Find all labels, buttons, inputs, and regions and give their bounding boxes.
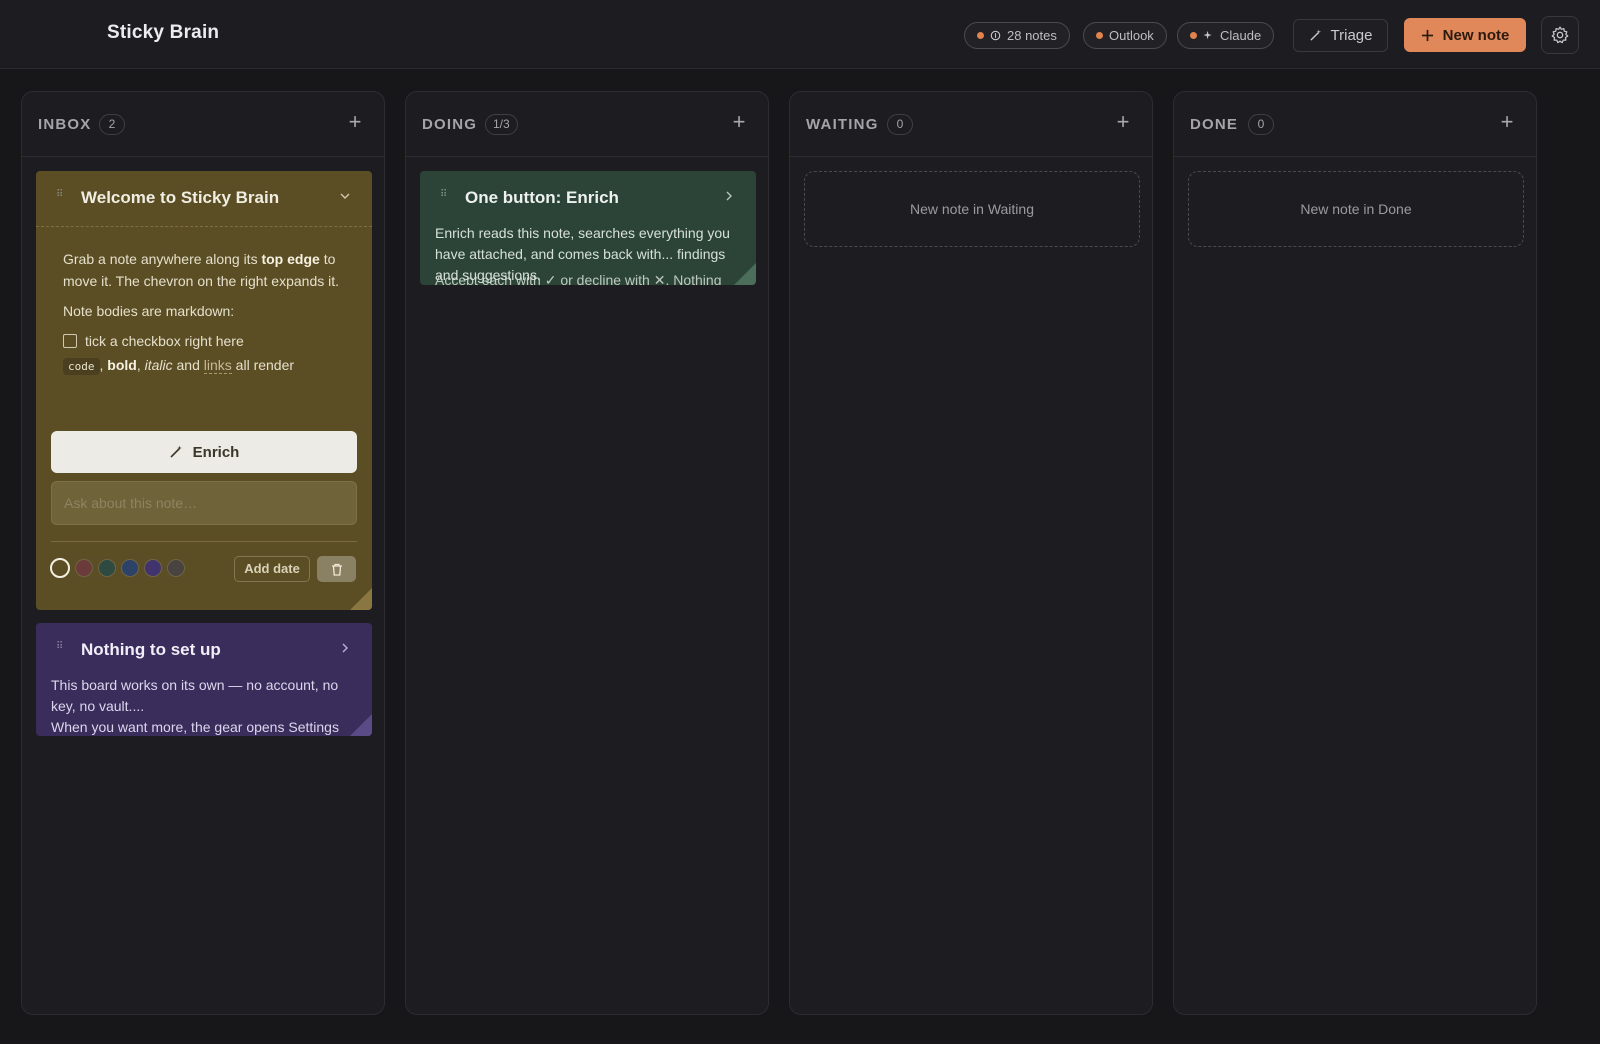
- note-paragraph: Grab a note anywhere along its top edge …: [63, 251, 340, 289]
- enrich-label: Enrich: [192, 443, 240, 461]
- outlook-label: Outlook: [1109, 28, 1154, 43]
- column-title: DOING: [422, 116, 478, 133]
- italic-text: italic: [144, 357, 173, 373]
- note-header[interactable]: ⠿ Welcome to Sticky Brain: [36, 171, 372, 227]
- add-note-button[interactable]: +: [1496, 111, 1518, 134]
- triage-label: Triage: [1330, 27, 1373, 44]
- wand-icon: [1309, 29, 1321, 41]
- new-note-button[interactable]: New note: [1404, 18, 1526, 52]
- column-doing: DOING 1/3 + ⠿ One button: Enrich Enrich …: [405, 91, 769, 1015]
- gear-icon: [1551, 26, 1569, 44]
- top-bar: Sticky Brain 28 notes Outlook Claude Tri…: [0, 0, 1600, 69]
- new-note-placeholder[interactable]: New note in Waiting: [804, 171, 1140, 247]
- note-enrich[interactable]: ⠿ One button: Enrich Enrich reads this n…: [420, 171, 756, 285]
- note-title: Welcome to Sticky Brain: [81, 188, 280, 207]
- checkbox-label: tick a checkbox right here: [85, 333, 244, 349]
- page-fold: [350, 714, 372, 736]
- link-text[interactable]: links: [203, 357, 232, 374]
- inline-code: code: [63, 358, 100, 375]
- column-header: INBOX 2 +: [22, 92, 384, 157]
- ask-note-input[interactable]: [51, 481, 357, 525]
- delete-button[interactable]: [317, 556, 356, 582]
- drag-handle-icon[interactable]: ⠿: [56, 642, 64, 657]
- settings-button[interactable]: [1541, 16, 1579, 54]
- plus-icon: [1421, 29, 1433, 41]
- color-swatch-green[interactable]: [98, 559, 116, 577]
- add-note-button[interactable]: +: [344, 111, 366, 134]
- drag-handle-icon[interactable]: ⠿: [440, 190, 448, 205]
- checklist-item[interactable]: tick a checkbox right here: [63, 330, 353, 352]
- markdown-demo-line: code, bold, italic and links all render: [63, 354, 353, 378]
- column-title: WAITING: [806, 116, 879, 133]
- column-inbox: INBOX 2 + ⠿ Welcome to Sticky Brain Grab…: [21, 91, 385, 1015]
- column-waiting: WAITING 0 + New note in Waiting: [789, 91, 1153, 1015]
- note-body: Grab a note anywhere along its top edge …: [63, 248, 353, 378]
- column-count-badge: 0: [1248, 114, 1274, 135]
- divider: [51, 541, 357, 542]
- add-note-button[interactable]: +: [1112, 111, 1134, 134]
- page-fold: [350, 588, 372, 610]
- page-fold: [734, 263, 756, 285]
- column-header: DONE 0 +: [1174, 92, 1536, 157]
- note-title: One button: Enrich: [465, 188, 619, 207]
- triage-button[interactable]: Triage: [1293, 19, 1388, 52]
- color-swatch-blue[interactable]: [121, 559, 139, 577]
- chevron-right-icon[interactable]: [338, 641, 352, 655]
- note-header[interactable]: ⠿ One button: Enrich: [420, 171, 756, 227]
- column-count-badge: 2: [99, 114, 125, 135]
- add-date-button[interactable]: Add date: [234, 556, 310, 582]
- color-swatch-gray[interactable]: [167, 559, 185, 577]
- column-done: DONE 0 + New note in Done: [1173, 91, 1537, 1015]
- trash-icon: [331, 563, 342, 576]
- status-dot: [1096, 32, 1103, 39]
- color-swatch-selected[interactable]: [50, 558, 70, 578]
- wand-icon: [170, 445, 182, 458]
- note-header[interactable]: ⠿ Nothing to set up: [36, 623, 372, 679]
- column-header: WAITING 0 +: [790, 92, 1152, 157]
- notes-count-label: 28 notes: [1007, 28, 1057, 43]
- claude-label: Claude: [1220, 28, 1262, 43]
- enrich-button[interactable]: Enrich: [51, 431, 357, 473]
- add-note-button[interactable]: +: [728, 111, 750, 134]
- app-title: Sticky Brain: [107, 22, 220, 43]
- column-header: DOING 1/3 +: [406, 92, 768, 157]
- claude-pill[interactable]: Claude: [1177, 22, 1275, 49]
- color-swatch-purple[interactable]: [144, 559, 162, 577]
- sparkle-icon: [1203, 30, 1212, 40]
- note-preview: This board works on its own — no account…: [51, 677, 339, 735]
- note-title: Nothing to set up: [81, 640, 221, 659]
- status-dot: [977, 32, 984, 39]
- color-swatch-red[interactable]: [75, 559, 93, 577]
- outlook-pill[interactable]: Outlook: [1083, 22, 1167, 49]
- new-note-label: New note: [1442, 26, 1510, 44]
- note-preview-overflow: Accept each with ✓ or decline with ✕. No…: [435, 272, 722, 285]
- status-dot: [1190, 32, 1197, 39]
- info-icon: [990, 30, 1001, 41]
- chevron-right-icon[interactable]: [722, 189, 736, 203]
- bold-text: bold: [107, 357, 137, 373]
- chevron-down-icon[interactable]: [338, 189, 352, 203]
- drag-handle-icon[interactable]: ⠿: [56, 190, 64, 205]
- note-welcome[interactable]: ⠿ Welcome to Sticky Brain Grab a note an…: [36, 171, 372, 610]
- column-title: DONE: [1190, 116, 1239, 133]
- column-count-badge: 0: [887, 114, 913, 135]
- note-paragraph: Note bodies are markdown:: [63, 303, 235, 319]
- checkbox[interactable]: [63, 334, 77, 348]
- note-setup[interactable]: ⠿ Nothing to set up This board works on …: [36, 623, 372, 736]
- column-title: INBOX: [38, 116, 92, 133]
- column-count-badge: 1/3: [485, 114, 518, 135]
- notes-count-pill[interactable]: 28 notes: [964, 22, 1070, 49]
- new-note-placeholder[interactable]: New note in Done: [1188, 171, 1524, 247]
- color-swatches: [50, 558, 185, 578]
